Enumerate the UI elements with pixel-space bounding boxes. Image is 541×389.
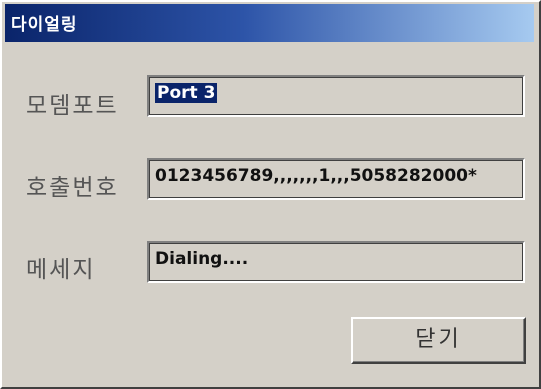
close-button[interactable]: 닫기 bbox=[351, 317, 526, 364]
call-number-label: 호출번호 bbox=[26, 175, 119, 201]
message-label: 메세지 bbox=[26, 257, 96, 283]
modem-port-value: Port 3 bbox=[155, 83, 218, 103]
modem-port-selected-text: Port 3 bbox=[155, 83, 218, 103]
dialing-dialog: 다이얼링 모뎀포트 Port 3 호출번호 0123456789,,,,,,,1… bbox=[0, 0, 541, 389]
window-title: 다이얼링 bbox=[11, 15, 78, 35]
modem-port-label: 모뎀포트 bbox=[26, 93, 119, 119]
message-field: Dialing.... bbox=[147, 241, 525, 283]
modem-port-field[interactable]: Port 3 bbox=[147, 75, 525, 117]
title-bar[interactable]: 다이얼링 bbox=[5, 4, 534, 42]
message-value: Dialing.... bbox=[155, 249, 249, 269]
call-number-field[interactable]: 0123456789,,,,,,,1,,,5058282000* bbox=[147, 158, 525, 200]
call-number-value: 0123456789,,,,,,,1,,,5058282000* bbox=[155, 166, 477, 186]
